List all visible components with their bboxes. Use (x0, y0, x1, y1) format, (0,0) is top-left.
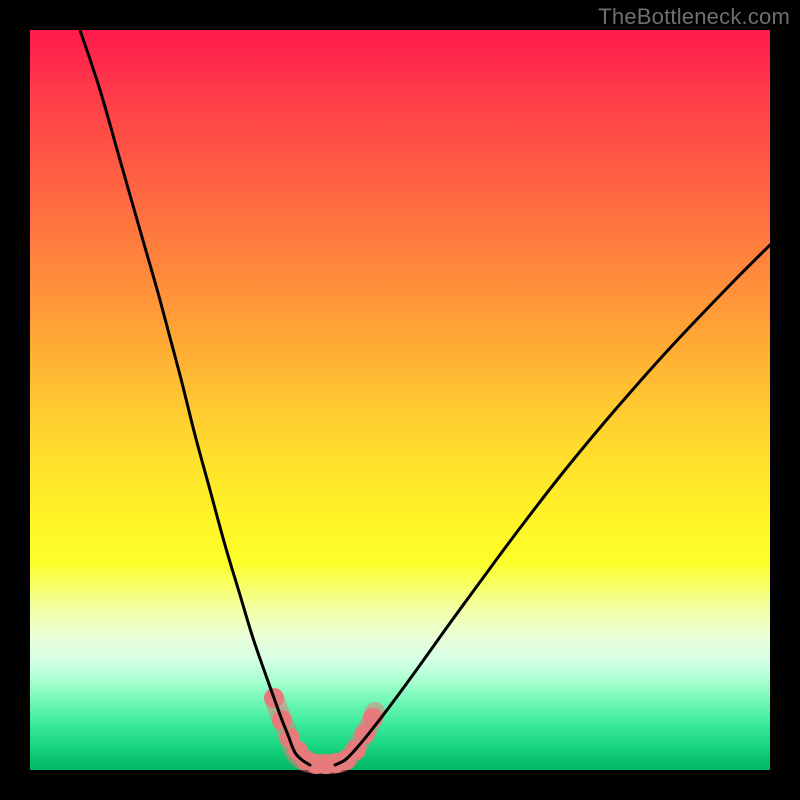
valley-marker-series (264, 688, 383, 774)
chart-frame: TheBottleneck.com (0, 0, 800, 800)
right-branch-series (335, 245, 770, 765)
chart-svg (30, 30, 770, 770)
left-branch-series (80, 30, 310, 765)
watermark-text: TheBottleneck.com (598, 4, 790, 30)
